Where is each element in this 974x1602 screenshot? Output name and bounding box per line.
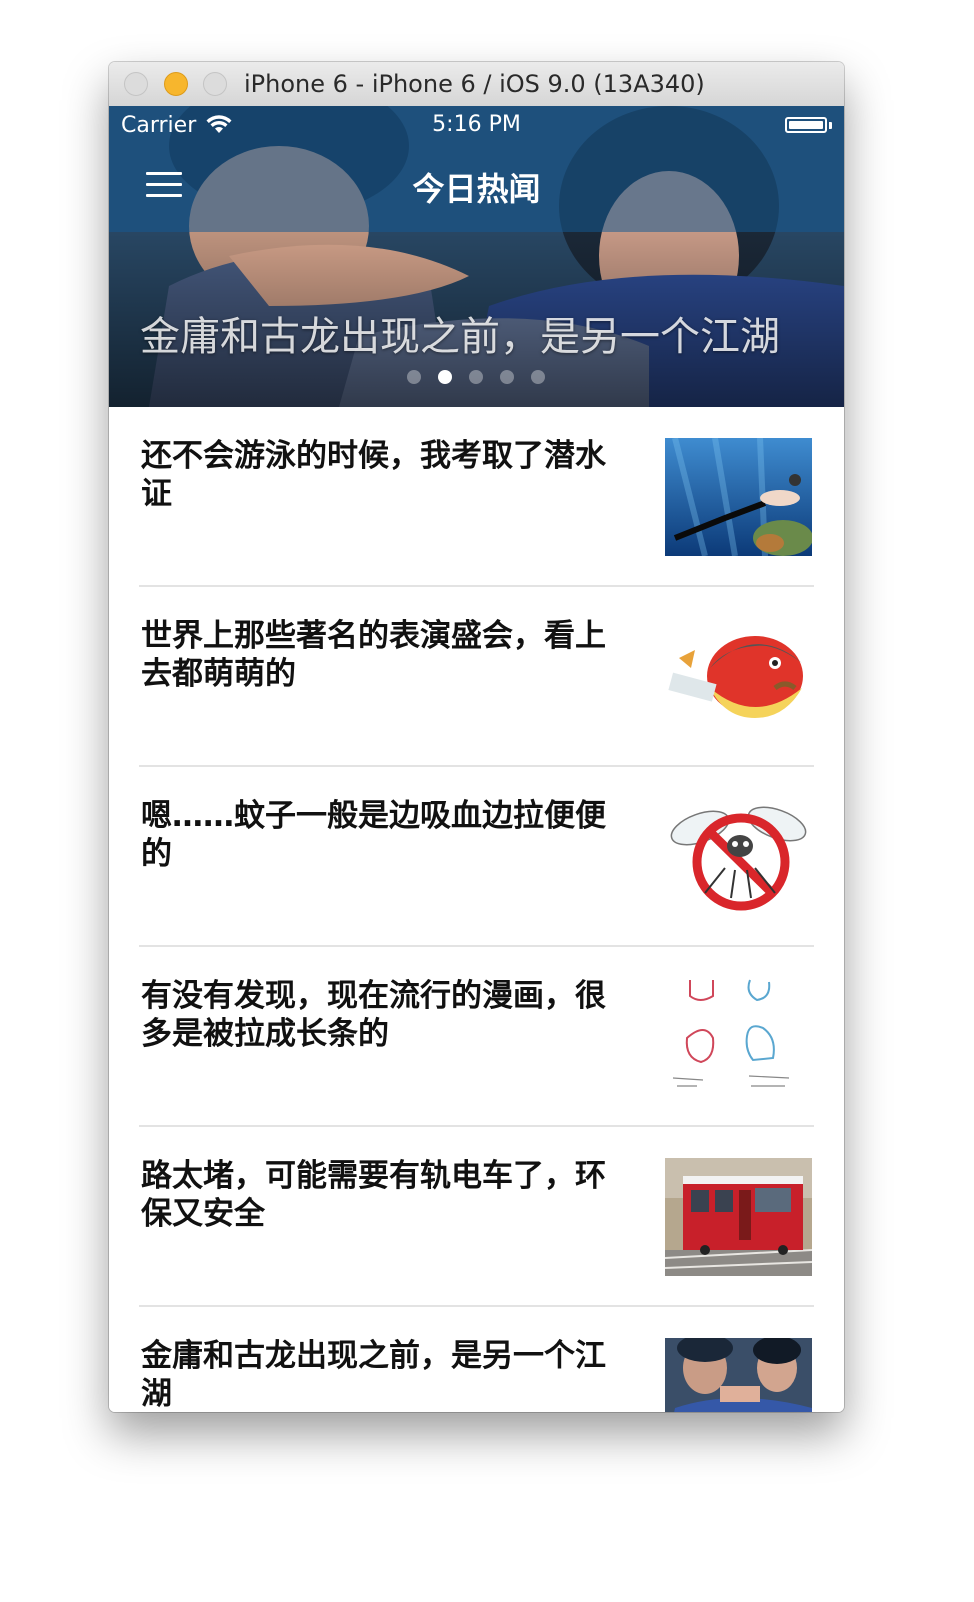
window-titlebar: iPhone 6 - iPhone 6 / iOS 9.0 (13A340) [109,62,844,107]
nav-title: 今日热闻 [412,170,541,208]
news-title: 嗯……蚊子一般是边吸血边拉便便的 [141,798,606,872]
phone-screen: Carrier 5:16 PM 今日热闻 金庸和古龙出现之前，是另一个江湖 还不… [109,106,844,1412]
martial-arts-still-image [665,1338,812,1412]
no-mosquito-sign-image [665,798,812,916]
simulator-window: iPhone 6 - iPhone 6 / iOS 9.0 (13A340) C… [109,62,844,1412]
news-title: 有没有发现，现在流行的漫画，很多是被拉成长条的 [141,978,606,1052]
diver-underwater-image [665,438,812,556]
news-row[interactable]: 路太堵，可能需要有轨电车了，环保又安全 [109,1127,844,1307]
battery-icon [785,117,827,133]
zoom-button[interactable] [203,72,227,96]
page-dot-5[interactable] [531,370,545,384]
news-row[interactable]: 还不会游泳的时候，我考取了潜水证 [109,407,844,587]
page-dot-3[interactable] [469,370,483,384]
news-row[interactable]: 金庸和古龙出现之前，是另一个江湖 [109,1307,844,1412]
news-title: 金庸和古龙出现之前，是另一个江湖 [141,1338,606,1412]
comic-sketch-image [665,978,812,1096]
page-dot-1[interactable] [407,370,421,384]
battery-tip [829,122,832,129]
news-row[interactable]: 嗯……蚊子一般是边吸血边拉便便的 [109,767,844,947]
hero-caption[interactable]: 金庸和古龙出现之前，是另一个江湖 [140,304,780,362]
news-row[interactable]: 世界上那些著名的表演盛会，看上去都萌萌的 [109,587,844,767]
red-tram-image [665,1158,812,1276]
window-title: iPhone 6 - iPhone 6 / iOS 9.0 (13A340) [244,70,705,98]
news-title: 还不会游泳的时候，我考取了潜水证 [141,438,606,512]
status-time: 5:16 PM [432,112,521,137]
news-title: 路太堵，可能需要有轨电车了，环保又安全 [141,1158,606,1232]
page-dot-2[interactable] [438,370,452,384]
cartoon-bird-illustration [665,618,812,736]
hero-banner[interactable]: Carrier 5:16 PM 今日热闻 金庸和古龙出现之前，是另一个江湖 [109,106,844,407]
news-title: 世界上那些著名的表演盛会，看上去都萌萌的 [141,618,606,692]
minimize-button[interactable] [164,72,188,96]
close-button[interactable] [124,72,148,96]
news-row[interactable]: 有没有发现，现在流行的漫画，很多是被拉成长条的 [109,947,844,1127]
page-dot-4[interactable] [500,370,514,384]
